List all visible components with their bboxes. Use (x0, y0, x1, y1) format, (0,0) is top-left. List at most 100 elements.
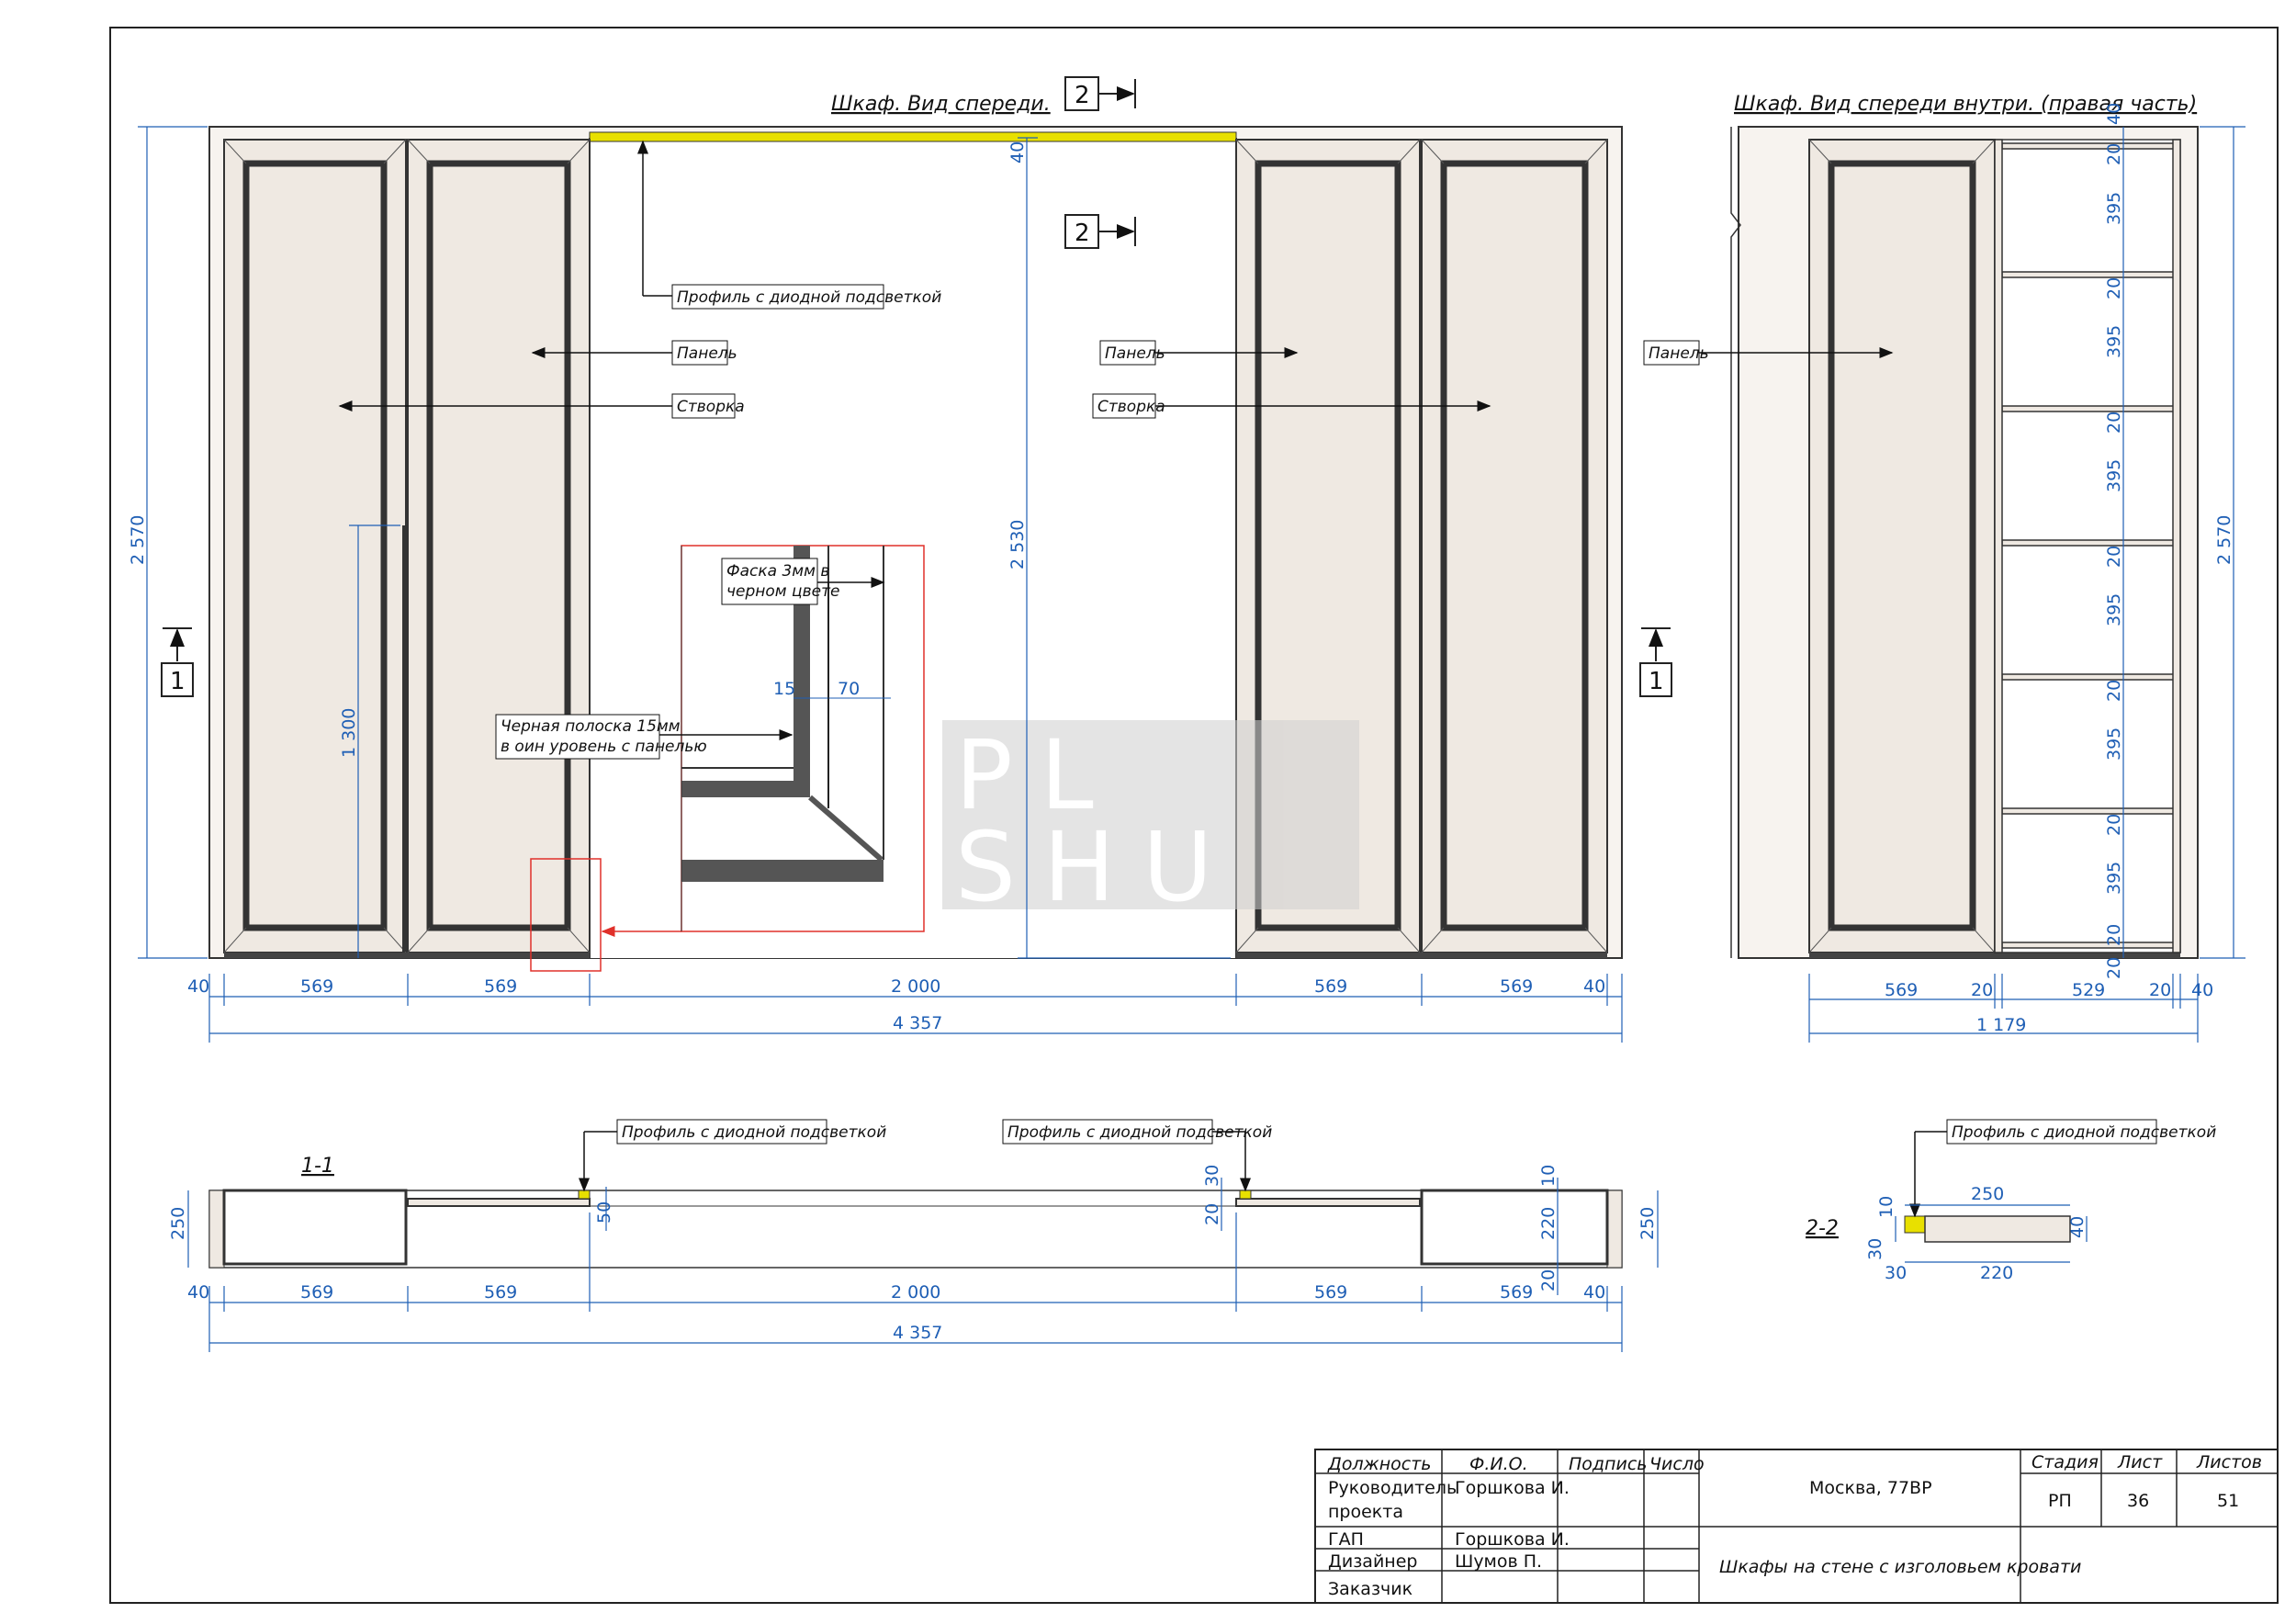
svg-text:569: 569 (1314, 976, 1347, 997)
svg-text:Профиль с диодной подсветкой: Профиль с диодной подсветкой (1007, 1123, 1272, 1142)
svg-text:20: 20 (2104, 924, 2124, 946)
svg-text:40: 40 (2191, 980, 2213, 1000)
svg-text:395: 395 (2104, 459, 2124, 492)
svg-text:250: 250 (168, 1207, 188, 1240)
tb-header-position: Должность (1327, 1454, 1432, 1474)
tb-sheets: 51 (2217, 1491, 2239, 1511)
svg-text:Створка: Створка (677, 398, 745, 416)
svg-text:20: 20 (2104, 546, 2124, 568)
svg-text:2 570: 2 570 (2214, 515, 2234, 565)
section-1-marker-left: 1 (161, 627, 194, 697)
section-2-2-title: 2-2 (1806, 1217, 1839, 1240)
tb-stage: РП (2048, 1491, 2072, 1511)
svg-text:40: 40 (187, 976, 209, 997)
svg-text:2 000: 2 000 (891, 1282, 940, 1303)
svg-text:395: 395 (2104, 325, 2124, 358)
tb-row1-name: Горшкова И. (1455, 1478, 1570, 1498)
svg-text:20: 20 (2104, 143, 2124, 165)
svg-text:10: 10 (1876, 1196, 1896, 1218)
svg-text:Профиль с диодной подсветкой: Профиль с диодной подсветкой (1952, 1123, 2216, 1142)
tb-row3-name: Шумов П. (1455, 1551, 1542, 1572)
svg-text:10: 10 (1538, 1165, 1559, 1187)
left-door-1 (223, 139, 407, 953)
svg-text:2 570: 2 570 (128, 515, 148, 565)
svg-text:569: 569 (484, 1282, 517, 1303)
svg-text:Панель: Панель (1105, 344, 1165, 363)
svg-text:30: 30 (1885, 1263, 1907, 1283)
svg-text:40: 40 (187, 1282, 209, 1303)
svg-text:30: 30 (1202, 1165, 1222, 1187)
tb-drawing-title: Шкафы на стене с изголовьем кровати (1719, 1557, 2081, 1577)
svg-text:2: 2 (1075, 82, 1090, 109)
section-1-1-title: 1-1 (301, 1155, 334, 1178)
left-door-2 (407, 139, 591, 953)
svg-text:1 179: 1 179 (1976, 1015, 2026, 1035)
svg-text:20: 20 (1971, 980, 1993, 1000)
svg-text:1: 1 (1649, 668, 1664, 695)
svg-text:40: 40 (1583, 976, 1605, 997)
svg-text:20: 20 (2104, 277, 2124, 299)
tb-row3-position: Дизайнер (1328, 1551, 1417, 1572)
svg-text:в оин уровень с панелью: в оин уровень с панелью (501, 738, 707, 756)
svg-text:395: 395 (2104, 192, 2124, 225)
svg-text:SHU: SHU (955, 811, 1240, 923)
svg-text:Панель: Панель (1649, 344, 1709, 363)
svg-text:1: 1 (170, 668, 186, 695)
svg-text:569: 569 (1500, 976, 1533, 997)
section2-callout: Профиль с диодной подсветкой (1909, 1119, 2216, 1218)
tb-row4-position: Заказчик (1328, 1579, 1412, 1599)
tb-header-sheets: Листов (2196, 1452, 2262, 1472)
drawing-sheet: Шкаф. Вид спереди. 2 2 1 1 Профиль с дио… (109, 27, 2279, 1604)
svg-text:70: 70 (838, 679, 860, 699)
svg-text:Панель: Панель (677, 344, 737, 363)
inside-shelves (1994, 139, 2181, 953)
svg-text:Створка: Створка (1097, 398, 1165, 416)
svg-text:30: 30 (1865, 1238, 1885, 1260)
svg-text:20: 20 (2104, 814, 2124, 836)
tb-row2-position: ГАП (1328, 1529, 1364, 1550)
svg-text:250: 250 (1971, 1184, 2004, 1204)
svg-text:20: 20 (2104, 957, 2124, 979)
svg-text:4 357: 4 357 (893, 1013, 942, 1033)
svg-text:569: 569 (1885, 980, 1918, 1000)
section-1-marker-right: 1 (1639, 627, 1672, 697)
svg-text:220: 220 (1538, 1207, 1559, 1240)
svg-text:Черная полоска 15мм: Черная полоска 15мм (501, 717, 681, 736)
tb-header-stage: Стадия (2032, 1452, 2099, 1472)
tb-row1-position: Руководитель (1328, 1478, 1457, 1498)
section1-callouts: Профиль с диодной подсветкой Профиль с д… (579, 1119, 1272, 1192)
front-inside-view: Шкаф. Вид спереди внутри. (правая часть)… (1643, 93, 2245, 1043)
tb-row1-position-l2: проекта (1328, 1502, 1403, 1522)
tb-row2-name: Горшкова И. (1455, 1529, 1570, 1550)
svg-text:395: 395 (2104, 862, 2124, 895)
tb-header-sheet: Лист (2117, 1452, 2163, 1472)
led-profile-top (589, 131, 1237, 142)
right-door-2 (1421, 139, 1608, 953)
svg-text:черном цвете: черном цвете (726, 582, 839, 601)
svg-text:250: 250 (1638, 1207, 1658, 1240)
svg-text:1 300: 1 300 (339, 708, 359, 758)
svg-text:40: 40 (1007, 141, 1028, 164)
svg-text:395: 395 (2104, 593, 2124, 626)
title-block: Должность Ф.И.О. Подпись Число Стадия Ли… (1314, 1449, 2279, 1604)
tb-header-date: Число (1649, 1454, 1705, 1474)
watermark: PL SHU (942, 719, 1359, 923)
svg-text:4 357: 4 357 (893, 1323, 942, 1343)
svg-text:20: 20 (2104, 680, 2124, 702)
section-2-marker-top: 2 (1064, 76, 1136, 111)
svg-text:50: 50 (594, 1201, 614, 1224)
svg-text:40: 40 (2067, 1216, 2088, 1238)
svg-text:569: 569 (1314, 1282, 1347, 1303)
svg-text:2 530: 2 530 (1007, 520, 1028, 570)
front-view-title: Шкаф. Вид спереди. (831, 93, 1051, 116)
svg-text:15: 15 (773, 679, 795, 699)
svg-text:Профиль с диодной подсветкой: Профиль с диодной подсветкой (622, 1123, 886, 1142)
svg-text:20: 20 (2104, 412, 2124, 434)
section-1-1: 1-1 Профиль с диодной подсветкой Профиль… (168, 1119, 1659, 1352)
tb-city: Москва, 77ВР (1809, 1478, 1932, 1498)
tb-sheet: 36 (2127, 1491, 2149, 1511)
svg-text:Профиль с диодной подсветкой: Профиль с диодной подсветкой (677, 288, 941, 307)
section-2-2: 2-2 Профиль с диодной подсветкой 250 220… (1806, 1119, 2216, 1283)
tb-header-name: Ф.И.О. (1469, 1454, 1528, 1474)
svg-text:2: 2 (1075, 220, 1090, 247)
